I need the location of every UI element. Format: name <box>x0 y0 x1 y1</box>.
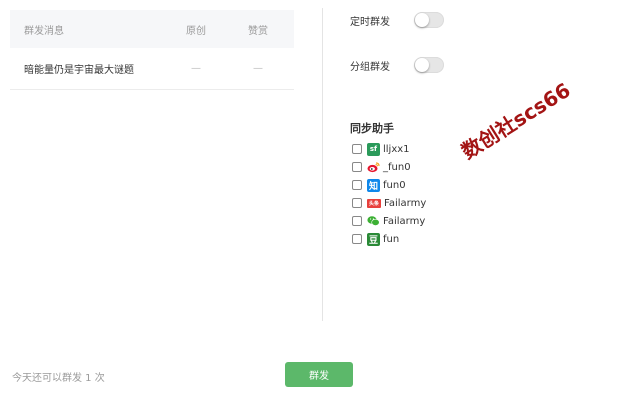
scheduled-send-toggle[interactable] <box>414 12 444 28</box>
header-likes: 赞赏 <box>248 25 268 37</box>
article-original: — <box>191 63 201 74</box>
group-send-label: 分组群发 <box>350 61 390 73</box>
table-row[interactable]: 暗能量仍是宇宙最大谜题 — — <box>10 48 294 90</box>
sync-platform-list: sf lljxx1 _fun0 知 fun0 头条 Failarmy Faila… <box>352 140 426 248</box>
sync-item-wechat: Failarmy <box>352 212 426 230</box>
sync-item-weibo: _fun0 <box>352 158 426 176</box>
vertical-divider <box>322 8 323 321</box>
article-table: 群发消息 原创 赞赏 暗能量仍是宇宙最大谜题 — — <box>10 10 294 90</box>
toutiao-icon: 头条 <box>367 198 381 208</box>
send-quota-text: 今天还可以群发 1 次 <box>12 373 105 384</box>
account-name: lljxx1 <box>383 143 410 155</box>
account-name: fun0 <box>383 179 406 191</box>
scheduled-send-label: 定时群发 <box>350 16 390 28</box>
group-send-setting: 分组群发 <box>350 57 444 73</box>
table-header: 群发消息 原创 赞赏 <box>10 10 294 48</box>
mass-send-button[interactable]: 群发 <box>285 362 353 387</box>
header-original: 原创 <box>186 25 206 37</box>
sync-checkbox[interactable] <box>352 162 362 172</box>
sync-checkbox[interactable] <box>352 180 362 190</box>
group-send-toggle[interactable] <box>414 57 444 73</box>
toggle-knob <box>415 58 429 72</box>
weibo-icon <box>367 161 380 174</box>
sync-checkbox[interactable] <box>352 216 362 226</box>
sync-assistant-title: 同步助手 <box>350 122 394 135</box>
sync-item-zhihu: 知 fun0 <box>352 176 426 194</box>
account-name: _fun0 <box>383 161 411 173</box>
article-likes: — <box>253 63 263 74</box>
segmentfault-icon: sf <box>367 142 380 156</box>
sync-item-toutiao: 头条 Failarmy <box>352 194 426 212</box>
douban-icon: 豆 <box>367 232 380 246</box>
sync-item-douban: 豆 fun <box>352 230 426 248</box>
sync-checkbox[interactable] <box>352 198 362 208</box>
account-name: Failarmy <box>384 197 427 209</box>
wechat-icon <box>367 215 380 228</box>
account-name: fun <box>383 233 400 245</box>
account-name: Failarmy <box>383 215 426 227</box>
sync-checkbox[interactable] <box>352 234 362 244</box>
sync-checkbox[interactable] <box>352 144 362 154</box>
sync-item-segmentfault: sf lljxx1 <box>352 140 426 158</box>
article-title: 暗能量仍是宇宙最大谜题 <box>24 65 134 76</box>
zhihu-icon: 知 <box>367 178 380 192</box>
scheduled-send-setting: 定时群发 <box>350 12 444 28</box>
toggle-knob <box>415 13 429 27</box>
watermark-text: 数创社scs66 <box>457 77 575 164</box>
header-title: 群发消息 <box>24 25 64 37</box>
